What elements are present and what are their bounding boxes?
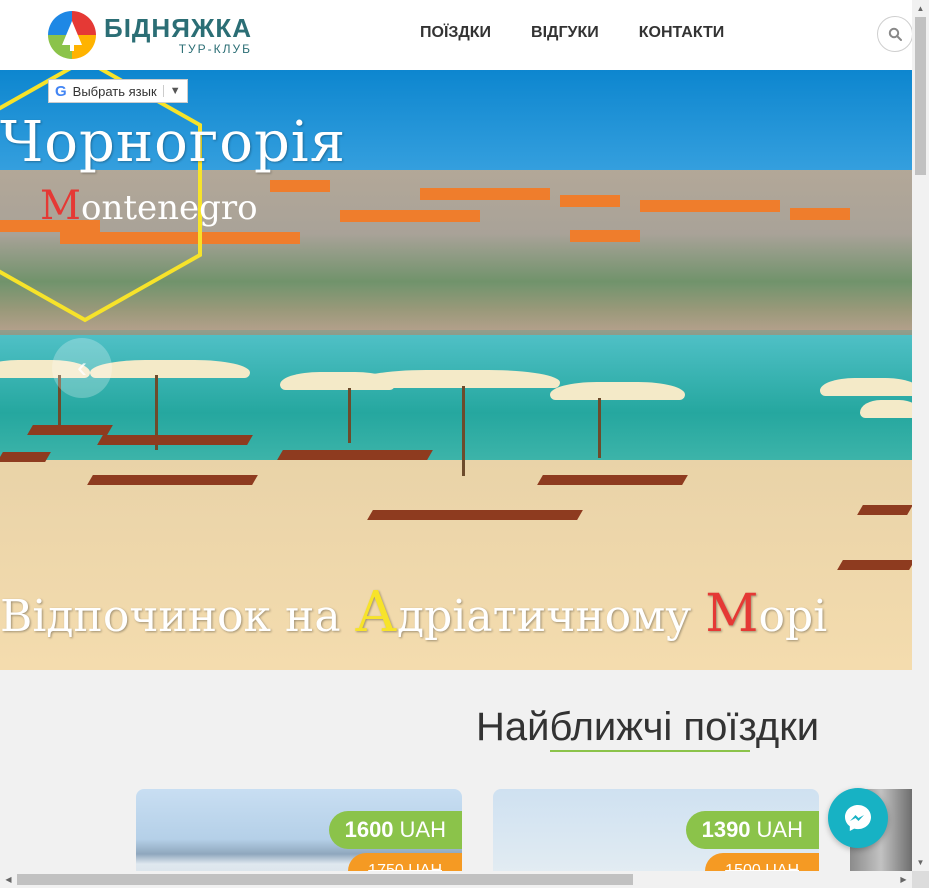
- search-icon: [888, 27, 902, 41]
- price-value: 1600: [344, 817, 394, 842]
- price-badge: 1390 UAH: [685, 811, 819, 849]
- horizontal-scroll-thumb[interactable]: [17, 874, 633, 885]
- hero-subtitle-initial: M: [40, 183, 81, 229]
- nav-reviews[interactable]: ВІДГУКИ: [531, 24, 599, 42]
- price-badge: 1600 UAH: [328, 811, 462, 849]
- section-title-underline: [550, 750, 750, 752]
- logo-text: БІДНЯЖКА ТУР-КЛУБ: [104, 15, 252, 55]
- language-selector[interactable]: G Выбрать язык ▼: [48, 79, 188, 103]
- hero-subtitle: Montenegro: [40, 183, 258, 229]
- logo-subtitle: ТУР-КЛУБ: [178, 42, 253, 56]
- chevron-left-icon: ‹: [77, 351, 87, 384]
- hero-title: Чорногорія: [0, 110, 347, 175]
- google-icon: G: [55, 82, 67, 100]
- horizontal-scrollbar[interactable]: ◀ ▶: [0, 871, 912, 888]
- hero-sea: [0, 335, 912, 465]
- site-header: БІДНЯЖКА ТУР-КЛУБ ПОЇЗДКИ ВІДГУКИ КОНТАК…: [0, 0, 913, 70]
- scroll-left-icon[interactable]: ◀: [0, 871, 17, 888]
- price-currency: UAH: [756, 817, 803, 842]
- section-title: Найближчі поїздки: [476, 705, 820, 749]
- messenger-chat-button[interactable]: [828, 788, 888, 848]
- hero-tagline-accent: М: [705, 584, 759, 644]
- hero-tagline: Відпочинок на Адріатичному Морі: [0, 580, 827, 645]
- nav-contacts[interactable]: КОНТАКТИ: [639, 24, 725, 42]
- hero-tagline-accent: А: [354, 580, 397, 645]
- language-selector-label: Выбрать язык: [72, 83, 157, 99]
- hero-tagline-part: дріатичному: [397, 591, 706, 642]
- scrollbar-corner: [912, 871, 929, 888]
- scroll-right-icon[interactable]: ▶: [895, 871, 912, 888]
- logo-tree-icon: [48, 11, 96, 59]
- messenger-icon: [845, 805, 871, 831]
- logo-title: БІДНЯЖКА: [104, 13, 253, 43]
- nav-trips[interactable]: ПОЇЗДКИ: [420, 24, 491, 42]
- main-nav: ПОЇЗДКИ ВІДГУКИ КОНТАКТИ: [420, 24, 724, 42]
- hero-tagline-part: Відпочинок на: [0, 591, 355, 642]
- vertical-scrollbar[interactable]: ▲ ▼: [912, 0, 929, 888]
- hero-slider: G Выбрать язык ▼ Чорногорія Montenegro ‹…: [0, 70, 912, 670]
- slider-prev-button[interactable]: ‹: [52, 338, 112, 398]
- hero-subtitle-rest: ontenegro: [80, 188, 258, 228]
- search-button[interactable]: [877, 16, 913, 52]
- chevron-down-icon: ▼: [162, 85, 181, 97]
- scroll-down-icon[interactable]: ▼: [912, 854, 929, 871]
- vertical-scroll-thumb[interactable]: [915, 17, 926, 175]
- price-currency: UAH: [399, 817, 446, 842]
- scroll-up-icon[interactable]: ▲: [912, 0, 929, 17]
- logo[interactable]: БІДНЯЖКА ТУР-КЛУБ: [48, 11, 252, 59]
- price-value: 1390: [701, 817, 751, 842]
- hero-tagline-part: орі: [758, 591, 828, 642]
